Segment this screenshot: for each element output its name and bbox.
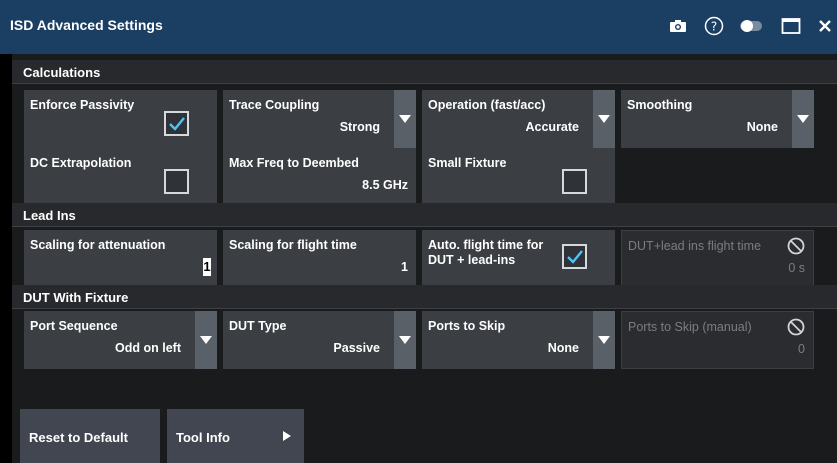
auto-flight-time-line2: DUT + lead-ins <box>428 253 516 267</box>
section-calculations: Calculations <box>12 60 837 84</box>
max-freq-value: 8.5 GHz <box>362 178 408 192</box>
tool-info-label: Tool Info <box>176 430 230 445</box>
enforce-passivity-label: Enforce Passivity <box>30 98 135 112</box>
checkmark-icon <box>567 250 583 264</box>
ports-to-skip-manual-field: Ports to Skip (manual) 0 <box>621 311 814 369</box>
operation-label: Operation (fast/acc) <box>428 98 546 112</box>
flight-time-field: DUT+lead ins flight time 0 s <box>621 230 814 288</box>
tool-info-button[interactable]: Tool Info <box>167 409 304 463</box>
scaling-flight-value: 1 <box>401 260 408 274</box>
help-icon[interactable]: ? <box>703 14 725 38</box>
section-dut-with-fixture: DUT With Fixture <box>12 285 837 309</box>
chevron-down-icon[interactable] <box>195 311 217 369</box>
camera-icon[interactable] <box>667 14 689 38</box>
arrow-right-icon <box>283 431 291 441</box>
trace-coupling-value: Strong <box>339 120 380 134</box>
trace-coupling-label: Trace Coupling <box>229 98 320 112</box>
dc-extrapolation-label: DC Extrapolation <box>30 156 132 170</box>
ports-to-skip-value: None <box>547 341 579 355</box>
maximize-icon[interactable] <box>779 14 803 38</box>
operation-value: Accurate <box>525 120 580 134</box>
port-sequence-dropdown[interactable]: Port Sequence Odd on left <box>24 311 217 369</box>
window-title: ISD Advanced Settings <box>10 17 163 33</box>
section-lead-ins: Lead Ins <box>12 203 837 227</box>
disabled-icon <box>787 237 805 260</box>
scaling-flight-label: Scaling for flight time <box>229 238 357 252</box>
smoothing-dropdown[interactable]: Smoothing None <box>621 90 814 148</box>
toggle-icon[interactable] <box>738 14 764 38</box>
auto-flight-time-label: Auto. flight time for DUT + lead-ins <box>428 238 543 268</box>
enforce-passivity-cell[interactable]: Enforce Passivity <box>24 90 217 148</box>
scaling-attenuation-value[interactable]: 1 <box>203 258 211 276</box>
chevron-down-icon[interactable] <box>593 90 615 148</box>
flight-time-value: 0 s <box>788 261 805 275</box>
ports-to-skip-label: Ports to Skip <box>428 319 506 333</box>
auto-flight-time-checkbox[interactable] <box>562 244 587 269</box>
reset-to-default-button[interactable]: Reset to Default <box>20 409 160 463</box>
chevron-down-icon[interactable] <box>792 90 814 148</box>
dc-extrapolation-cell[interactable]: DC Extrapolation <box>24 148 217 206</box>
scaling-attenuation-field[interactable]: Scaling for attenuation 1 <box>24 230 217 288</box>
svg-text:?: ? <box>711 20 717 34</box>
scaling-flight-field[interactable]: Scaling for flight time 1 <box>223 230 416 288</box>
dut-type-value: Passive <box>333 341 380 355</box>
reset-to-default-label: Reset to Default <box>29 430 128 445</box>
ports-to-skip-manual-label: Ports to Skip (manual) <box>628 320 752 334</box>
dut-type-label: DUT Type <box>229 319 287 333</box>
auto-flight-time-cell[interactable]: Auto. flight time for DUT + lead-ins <box>422 230 615 288</box>
small-fixture-cell[interactable]: Small Fixture <box>422 148 615 206</box>
checkmark-icon <box>169 117 185 131</box>
smoothing-value: None <box>746 120 778 134</box>
title-bar: ISD Advanced Settings ? <box>0 0 837 54</box>
trace-coupling-dropdown[interactable]: Trace Coupling Strong <box>223 90 416 148</box>
disabled-icon <box>787 318 805 341</box>
operation-dropdown[interactable]: Operation (fast/acc) Accurate <box>422 90 615 148</box>
scaling-attenuation-label: Scaling for attenuation <box>30 238 166 252</box>
close-icon[interactable] <box>815 14 835 38</box>
chevron-down-icon[interactable] <box>394 311 416 369</box>
ports-to-skip-dropdown[interactable]: Ports to Skip None <box>422 311 615 369</box>
max-freq-label: Max Freq to Deembed <box>229 156 359 170</box>
auto-flight-time-line1: Auto. flight time for <box>428 238 544 252</box>
ports-to-skip-manual-value: 0 <box>798 342 805 356</box>
chevron-down-icon[interactable] <box>593 311 615 369</box>
port-sequence-label: Port Sequence <box>30 319 118 333</box>
small-fixture-checkbox[interactable] <box>562 169 587 194</box>
port-sequence-value: Odd on left <box>115 341 181 355</box>
dut-type-dropdown[interactable]: DUT Type Passive <box>223 311 416 369</box>
smoothing-label: Smoothing <box>627 98 693 112</box>
flight-time-label: DUT+lead ins flight time <box>628 239 762 253</box>
enforce-passivity-checkbox[interactable] <box>164 111 189 136</box>
dc-extrapolation-checkbox[interactable] <box>164 169 189 194</box>
chevron-down-icon[interactable] <box>394 90 416 148</box>
max-freq-field[interactable]: Max Freq to Deembed 8.5 GHz <box>223 148 416 206</box>
small-fixture-label: Small Fixture <box>428 156 507 170</box>
